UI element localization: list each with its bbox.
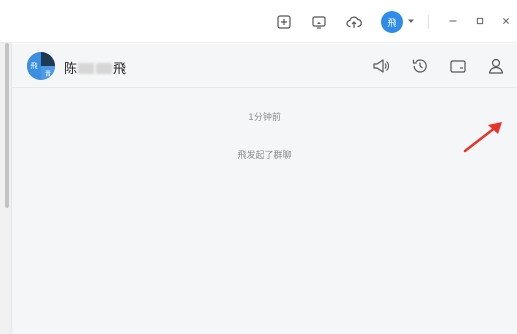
titlebar-divider <box>428 15 429 29</box>
history-icon[interactable] <box>410 56 430 76</box>
user-avatar[interactable]: 飛 <box>381 11 403 33</box>
annotation-arrow-icon <box>463 122 502 153</box>
cloud-upload-icon[interactable] <box>345 13 363 31</box>
group-name-prefix: 陈 <box>64 62 78 77</box>
screen-share-icon[interactable] <box>310 13 328 31</box>
group-avatar-member-1: 飛 <box>27 52 41 80</box>
message-timestamp: 1分钟前 <box>248 113 281 123</box>
titlebar: 飛 <box>0 0 517 43</box>
redacted-name-segment <box>96 63 113 74</box>
member-icon[interactable] <box>486 56 506 76</box>
system-message: 飛发起了群聊 <box>237 151 292 161</box>
group-avatar-member-3: 晋 <box>41 66 55 80</box>
left-panel-scroll-track <box>0 43 12 334</box>
chat-header: 飛 晋 陈飛 <box>12 44 517 88</box>
maximize-icon[interactable] <box>472 13 488 29</box>
scrollbar-thumb[interactable] <box>5 43 9 208</box>
announcement-icon[interactable] <box>371 56 391 76</box>
group-name[interactable]: 陈飛 <box>64 58 126 77</box>
chevron-down-icon[interactable] <box>407 17 415 25</box>
folder-icon[interactable] <box>448 56 468 76</box>
group-avatar-member-2 <box>41 52 55 66</box>
close-icon[interactable] <box>498 13 514 29</box>
minimize-icon[interactable] <box>445 13 461 29</box>
group-name-suffix: 飛 <box>113 62 127 77</box>
chat-app-window: 飛 飛 晋 陈飛 1分钟前 飛发起了群聊 <box>0 0 517 334</box>
chat-panel: 飛 晋 陈飛 1分钟前 飛发起了群聊 <box>12 44 517 334</box>
group-avatar[interactable]: 飛 晋 <box>27 52 55 80</box>
add-square-icon[interactable] <box>275 13 293 31</box>
redacted-name-segment <box>78 63 95 74</box>
